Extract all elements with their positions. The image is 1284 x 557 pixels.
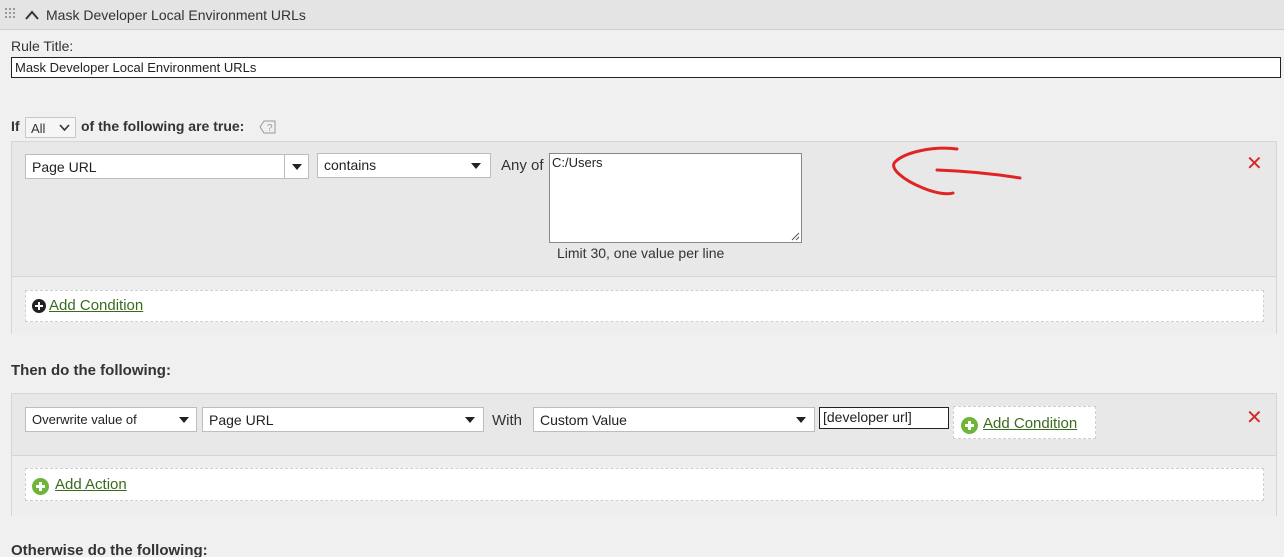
remove-condition-close-icon[interactable]: ✕	[1246, 154, 1263, 174]
dropdown-arrow-icon	[179, 417, 189, 423]
action-add-condition-link[interactable]: Add Condition	[983, 415, 1077, 432]
condition-values-textarea[interactable]: C:/Users	[549, 153, 802, 243]
add-circle-icon[interactable]	[32, 299, 46, 313]
values-hint: Limit 30, one value per line	[557, 245, 725, 261]
condition-field-select[interactable]: Page URL	[25, 154, 309, 179]
condition-field-value: Page URL	[32, 159, 97, 175]
rule-header[interactable]: Mask Developer Local Environment URLs	[0, 0, 1284, 30]
otherwise-heading: Otherwise do the following:	[11, 542, 208, 557]
value-type-select[interactable]: Custom Value	[533, 407, 815, 432]
condition-operator-select[interactable]: contains	[317, 153, 491, 178]
chevron-down-icon	[59, 124, 70, 131]
select-divider	[284, 155, 285, 178]
actions-heading: Then do the following:	[11, 362, 171, 379]
conditions-intro-label: of the following are true:	[81, 118, 245, 134]
match-type-value: All	[31, 121, 46, 136]
svg-text:?: ?	[267, 123, 273, 134]
dropdown-arrow-icon	[471, 163, 481, 169]
add-circle-icon[interactable]	[961, 417, 978, 434]
remove-action-close-icon[interactable]: ✕	[1246, 408, 1263, 428]
if-label: If	[11, 118, 20, 134]
help-icon[interactable]: ?	[259, 120, 276, 134]
add-condition-area: Add Condition	[25, 290, 1264, 322]
grip-icon[interactable]	[5, 8, 17, 22]
action-field-value: Page URL	[209, 412, 274, 428]
with-label: With	[492, 412, 522, 429]
match-type-select[interactable]: All	[25, 117, 76, 138]
add-circle-icon[interactable]	[32, 478, 49, 495]
add-action-area: Add Action	[25, 468, 1264, 501]
dropdown-arrow-icon	[796, 417, 806, 423]
value-type-value: Custom Value	[540, 412, 627, 428]
dropdown-arrow-icon	[465, 417, 475, 423]
action-type-select[interactable]: Overwrite value of	[25, 407, 197, 432]
resize-handle-icon[interactable]	[790, 231, 800, 241]
action-field-select[interactable]: Page URL	[202, 407, 484, 432]
dropdown-arrow-icon	[292, 164, 302, 170]
rule-title-input[interactable]: Mask Developer Local Environment URLs	[11, 57, 1281, 78]
add-condition-link[interactable]: Add Condition	[49, 297, 143, 314]
condition-values-text: C:/Users	[552, 155, 603, 170]
rule-header-title: Mask Developer Local Environment URLs	[46, 7, 306, 23]
chevron-up-icon[interactable]	[25, 10, 39, 20]
action-type-value: Overwrite value of	[32, 412, 137, 427]
action-add-condition-area: Add Condition	[953, 406, 1096, 439]
custom-value-input[interactable]: [developer url]	[819, 407, 949, 429]
add-action-link[interactable]: Add Action	[55, 476, 127, 493]
condition-operator-value: contains	[324, 157, 377, 173]
any-of-label: Any of	[501, 157, 544, 174]
rule-title-label: Rule Title:	[11, 38, 74, 54]
annotation-arrow	[892, 146, 1022, 196]
